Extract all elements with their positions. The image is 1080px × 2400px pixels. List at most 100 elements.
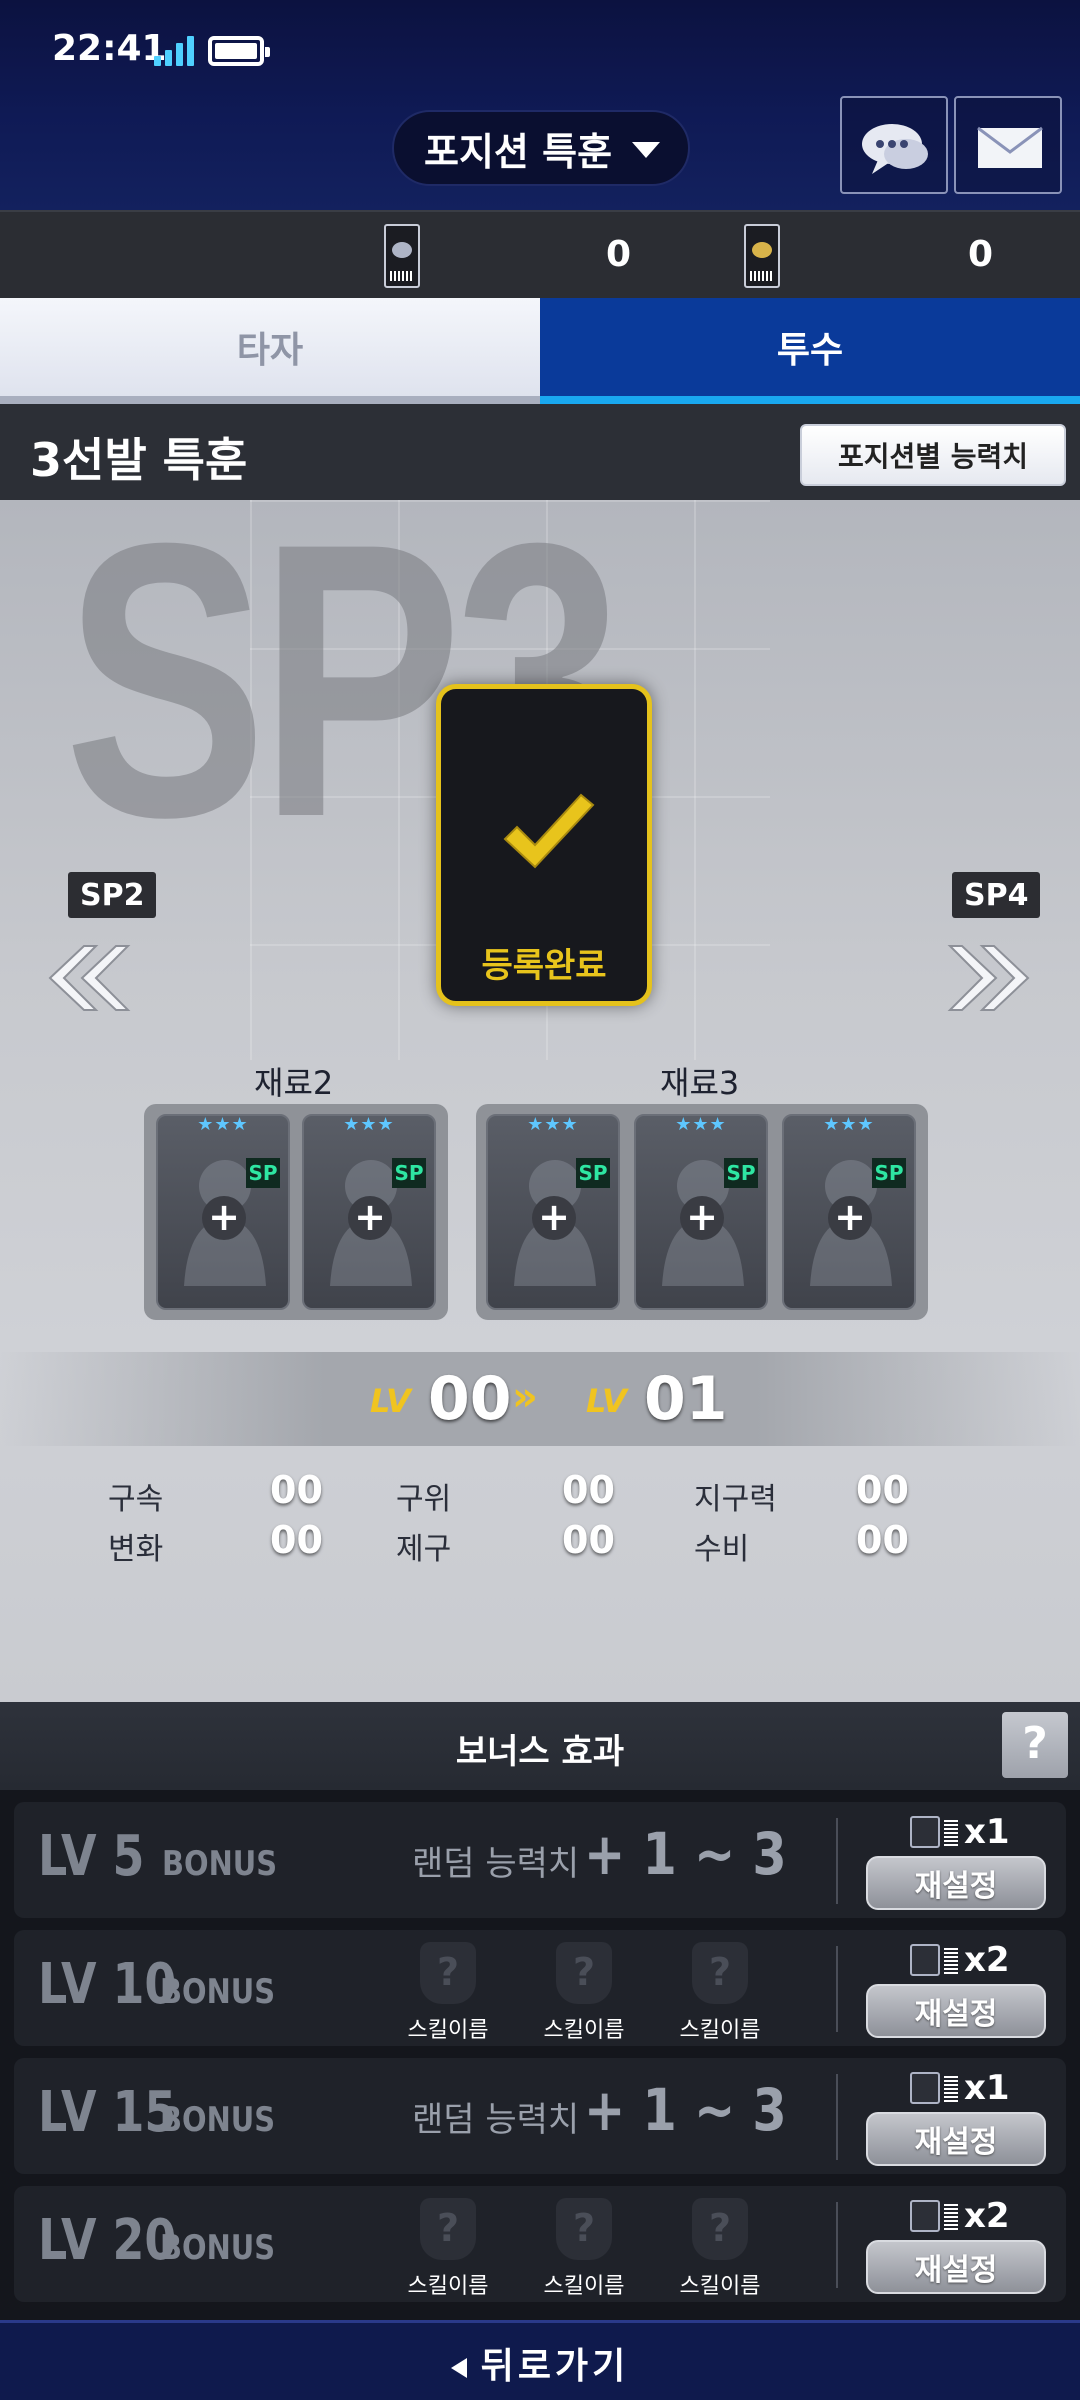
stat-name: 제구: [396, 1532, 452, 1567]
cost-multiplier: x2: [964, 1940, 1010, 1980]
plus-icon: +: [828, 1196, 872, 1240]
cost-multiplier: x1: [964, 1812, 1010, 1852]
plus-icon: +: [348, 1196, 392, 1240]
next-level: 01: [644, 1364, 728, 1434]
reset-cost: x1: [910, 1812, 1010, 1852]
reset-ticket-icon: [910, 2200, 958, 2232]
registered-label: 등록완료: [481, 946, 607, 986]
stat-value: 00: [562, 1518, 615, 1562]
material-slot[interactable]: ★★★ SP +: [156, 1114, 290, 1310]
reset-button[interactable]: 재설정: [866, 2240, 1046, 2294]
star-rating: ★★★: [823, 1114, 875, 1135]
reset-button[interactable]: 재설정: [866, 1856, 1046, 1910]
star-rating: ★★★: [527, 1114, 579, 1135]
ticket-count: 0: [606, 234, 632, 275]
material3-label: 재료3: [660, 1064, 740, 1102]
level-arrow-icon: »: [512, 1374, 538, 1420]
sp-badge: SP: [392, 1158, 426, 1188]
back-arrow-icon: [450, 2358, 467, 2378]
material-slot[interactable]: ★★★ SP +: [486, 1114, 620, 1310]
bonus-row-lv10: LV 10 BONUS ? 스킬이름 ? 스킬이름 ? 스킬이름 x2 재설정: [14, 1930, 1066, 2046]
status-time: 22:41: [52, 28, 167, 69]
skill-slot[interactable]: ? 스킬이름: [534, 2198, 634, 2300]
page-title: 포지션 특훈: [424, 129, 613, 174]
star-rating: ★★★: [343, 1114, 395, 1135]
training-area: SP3 등록완료 SP2 SP4 재료2 재료3 ★★★ SP + ★★★ SP…: [0, 500, 1080, 1702]
material2-label: 재료2: [254, 1064, 334, 1102]
bonus-list: LV 5 BONUS 랜덤 능력치 + 1 ~ 3 x1 재설정 LV 10 B…: [0, 1790, 1080, 2320]
skill-slot[interactable]: ? 스킬이름: [670, 1942, 770, 2044]
top-header: 22:41 포지션 특훈: [0, 0, 1080, 210]
sp-badge: SP: [872, 1158, 906, 1188]
bonus-level: LV 10: [38, 1952, 177, 2017]
skill-slot[interactable]: ? 스킬이름: [670, 2198, 770, 2300]
random-stat-label: 랜덤 능력치: [412, 1844, 580, 1884]
material-slot[interactable]: ★★★ SP +: [782, 1114, 916, 1310]
stat-name: 구위: [396, 1482, 452, 1517]
registered-card[interactable]: 등록완료: [436, 684, 652, 1006]
bonus-header: 보너스 효과 ?: [0, 1702, 1080, 1790]
skill-slot[interactable]: ? 스킬이름: [534, 1942, 634, 2044]
next-position-label: SP4: [952, 872, 1041, 918]
divider: [836, 1818, 838, 1904]
skill-name: 스킬이름: [543, 2274, 625, 2299]
random-stat-range: + 1 ~ 3: [584, 1820, 787, 1888]
tab-batter[interactable]: 타자: [0, 298, 540, 404]
bonus-level: LV 5: [38, 1824, 145, 1889]
skill-locked-icon: ?: [692, 1942, 748, 2004]
stat-value: 00: [270, 1518, 323, 1562]
skill-locked-icon: ?: [692, 2198, 748, 2260]
back-button[interactable]: 뒤로가기: [0, 2320, 1080, 2400]
bonus-row-lv20: LV 20 BONUS ? 스킬이름 ? 스킬이름 ? 스킬이름 x2 재설정: [14, 2186, 1066, 2302]
prev-arrow-icon[interactable]: [40, 940, 132, 1016]
divider: [836, 1946, 838, 2032]
signal-icon: [154, 34, 196, 66]
stat-value: 00: [856, 1468, 909, 1512]
skill-locked-icon: ?: [420, 1942, 476, 2004]
bonus-label: BONUS: [160, 1972, 276, 2012]
skill-locked-icon: ?: [556, 1942, 612, 2004]
prev-position-label: SP2: [68, 872, 157, 918]
currency-bar: 0 0: [0, 210, 1080, 298]
reset-button[interactable]: 재설정: [866, 1984, 1046, 2038]
chevron-down-icon: [632, 142, 660, 158]
skill-name: 스킬이름: [543, 2018, 625, 2043]
divider: [836, 2202, 838, 2288]
mail-icon: [977, 126, 1043, 168]
help-button[interactable]: ?: [1002, 1712, 1068, 1778]
bonus-label: BONUS: [160, 2228, 276, 2268]
bonus-level: LV 15: [38, 2080, 177, 2145]
stat-name: 수비: [694, 1532, 750, 1567]
position-ability-button[interactable]: 포지션별 능력치: [800, 424, 1066, 486]
plus-icon: +: [532, 1196, 576, 1240]
sp-badge: SP: [576, 1158, 610, 1188]
chat-button[interactable]: [840, 96, 948, 194]
reset-cost: x1: [910, 2068, 1010, 2108]
stat-value: 00: [270, 1468, 323, 1512]
bonus-label: BONUS: [162, 1844, 278, 1884]
reset-button[interactable]: 재설정: [866, 2112, 1046, 2166]
skill-locked-icon: ?: [556, 2198, 612, 2260]
lv-tag: LV: [586, 1382, 627, 1420]
divider: [836, 2074, 838, 2160]
skill-name: 스킬이름: [407, 2274, 489, 2299]
position-dropdown[interactable]: 포지션 특훈: [392, 110, 690, 186]
stat-name: 변화: [108, 1532, 164, 1567]
material-slot[interactable]: ★★★ SP +: [634, 1114, 768, 1310]
material-slot[interactable]: ★★★ SP +: [302, 1114, 436, 1310]
reset-cost: x2: [910, 1940, 1010, 1980]
gold-ticket-count: 0: [968, 234, 994, 275]
mail-button[interactable]: [954, 96, 1062, 194]
random-stat-label: 랜덤 능력치: [412, 2100, 580, 2140]
reset-cost: x2: [910, 2196, 1010, 2236]
skill-slot[interactable]: ? 스킬이름: [398, 2198, 498, 2300]
random-stat-range: + 1 ~ 3: [584, 2076, 787, 2144]
reset-ticket-icon: [910, 1816, 958, 1848]
sp-badge: SP: [246, 1158, 280, 1188]
skill-name: 스킬이름: [679, 2274, 761, 2299]
next-arrow-icon[interactable]: [946, 940, 1038, 1016]
lv-tag: LV: [370, 1382, 411, 1420]
skill-slot[interactable]: ? 스킬이름: [398, 1942, 498, 2044]
tab-pitcher[interactable]: 투수: [540, 298, 1080, 404]
reset-ticket-icon: [910, 1944, 958, 1976]
